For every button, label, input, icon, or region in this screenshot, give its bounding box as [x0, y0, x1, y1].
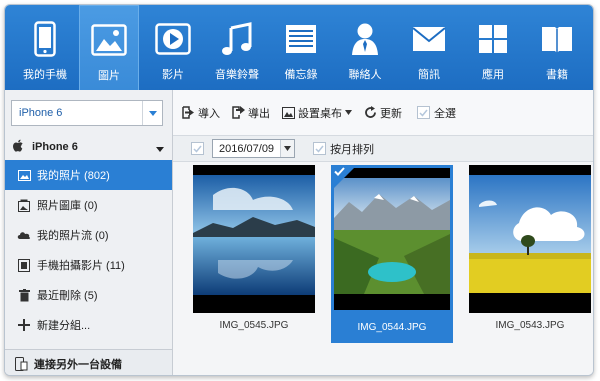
sidebar-item-my-photos[interactable]: 我的照片 (802): [5, 160, 172, 190]
checkbox-icon: [417, 106, 430, 119]
refresh-label: 更新: [380, 107, 402, 120]
nav-books[interactable]: 書籍: [527, 5, 587, 90]
nav-label: 聯絡人: [348, 69, 382, 81]
music-icon: [217, 19, 257, 59]
nav-label: 我的手機: [23, 69, 67, 81]
date-dropdown[interactable]: 2016/07/09: [212, 139, 296, 158]
film-icon: [17, 258, 31, 272]
apps-icon: [473, 19, 513, 59]
import-icon: [181, 106, 195, 120]
nav-label: 書籍: [546, 69, 568, 81]
photo-icon: [17, 168, 31, 182]
toolbar: 導入 導出 設置桌布 更新 全選: [173, 90, 593, 136]
chevron-down-icon: [345, 110, 352, 115]
chevron-down-icon[interactable]: [280, 140, 295, 157]
nav-videos[interactable]: 影片: [143, 5, 203, 90]
library-icon: [17, 198, 31, 212]
sort-by-month-label: 按月排列: [330, 143, 375, 156]
device-dropdown[interactable]: iPhone 6: [11, 100, 163, 126]
picture-icon: [89, 20, 129, 60]
connect-device-icon: [15, 356, 29, 371]
trash-icon: [17, 288, 31, 302]
photo-grid: IMG_0545.JPG IMG_0544.JPG IMG_0543.JPG: [173, 162, 593, 375]
nav-label: 影片: [162, 69, 184, 81]
check-icon: [334, 167, 345, 179]
nav-label: 備忘錄: [284, 69, 318, 81]
nav-my-phone[interactable]: 我的手機: [15, 5, 75, 90]
photo-card[interactable]: IMG_0545.JPG: [193, 165, 315, 343]
nav-label: 音樂鈴聲: [215, 69, 259, 81]
photo-filename: IMG_0544.JPG: [357, 322, 427, 333]
connect-device-button[interactable]: 連接另外一台設備: [5, 349, 172, 375]
connect-device-label: 連接另外一台設備: [34, 358, 122, 371]
sidebar-item-label: 我的照片 (802): [37, 170, 110, 182]
select-all-label: 全選: [434, 107, 456, 120]
plus-icon: [17, 318, 31, 332]
nav-label: 應用: [482, 69, 504, 81]
nav-notes[interactable]: 備忘錄: [271, 5, 331, 90]
nav-contacts[interactable]: 聯絡人: [335, 5, 395, 90]
export-icon: [231, 106, 245, 120]
nav-messages[interactable]: 簡訊: [399, 5, 459, 90]
export-button[interactable]: 導出: [231, 105, 270, 121]
mail-icon: [409, 19, 449, 59]
sidebar-item-label: 手機拍攝影片 (11): [37, 260, 125, 272]
nav-pictures[interactable]: 圖片: [79, 5, 139, 90]
sidebar-item-label: 照片圖庫 (0): [37, 200, 98, 212]
chevron-down-icon[interactable]: [142, 101, 162, 125]
contacts-icon: [345, 19, 385, 59]
sidebar-item-photo-stream[interactable]: 我的照片流 (0): [5, 220, 172, 250]
device-name: iPhone 6: [32, 141, 78, 153]
nav-music[interactable]: 音樂鈴聲: [207, 5, 267, 90]
photo-thumbnail: [193, 165, 315, 313]
photo-filename: IMG_0545.JPG: [219, 320, 289, 331]
date-checkbox[interactable]: [191, 142, 204, 155]
set-wallpaper-label: 設置桌布: [298, 107, 342, 120]
app-window: 我的手機 圖片 影片 音樂鈴聲 備忘錄 聯絡人 簡訊 應用 書籍 iPhone …: [4, 4, 594, 376]
photo-thumbnail: [469, 165, 591, 313]
book-icon: [537, 19, 577, 59]
apple-icon: [13, 139, 27, 155]
phone-icon: [25, 19, 65, 59]
video-icon: [153, 19, 193, 59]
import-label: 導入: [198, 107, 220, 120]
filter-bar: 2016/07/09 按月排列: [173, 136, 593, 162]
checkbox-icon: [313, 142, 327, 155]
sort-by-month-checkbox[interactable]: 按月排列: [313, 141, 374, 157]
nav-label: 簡訊: [418, 69, 440, 81]
sidebar-item-label: 我的照片流 (0): [37, 230, 109, 242]
set-wallpaper-button[interactable]: 設置桌布: [281, 105, 352, 121]
refresh-button[interactable]: 更新: [363, 105, 402, 121]
wallpaper-icon: [281, 106, 295, 120]
sidebar-item-label: 新建分組...: [37, 320, 91, 332]
sidebar: iPhone 6 iPhone 6 我的照片 (802) 照片圖庫 (0) 我的…: [5, 90, 173, 375]
photo-card-selected[interactable]: IMG_0544.JPG: [331, 165, 453, 343]
export-label: 導出: [248, 107, 270, 120]
nav-label: 圖片: [98, 70, 120, 82]
date-value: 2016/07/09: [219, 142, 275, 155]
sidebar-item-new-group[interactable]: 新建分組...: [5, 310, 172, 340]
sidebar-item-photo-library[interactable]: 照片圖庫 (0): [5, 190, 172, 220]
caret-down-icon[interactable]: [156, 143, 164, 155]
device-dropdown-value: iPhone 6: [19, 107, 63, 119]
nav-apps[interactable]: 應用: [463, 5, 523, 90]
refresh-icon: [363, 106, 377, 120]
sidebar-item-label: 最近刪除 (5): [37, 290, 98, 302]
import-button[interactable]: 導入: [181, 105, 220, 121]
photo-card[interactable]: IMG_0543.JPG: [469, 165, 591, 343]
device-header[interactable]: iPhone 6: [5, 136, 172, 158]
sidebar-list: 我的照片 (802) 照片圖庫 (0) 我的照片流 (0) 手機拍攝影片 (11…: [5, 160, 172, 340]
notes-icon: [281, 19, 321, 59]
sidebar-item-recently-deleted[interactable]: 最近刪除 (5): [5, 280, 172, 310]
photo-filename: IMG_0543.JPG: [495, 320, 565, 331]
top-nav: 我的手機 圖片 影片 音樂鈴聲 備忘錄 聯絡人 簡訊 應用 書籍: [5, 5, 593, 90]
photostream-icon: [17, 228, 31, 242]
sidebar-item-phone-videos[interactable]: 手機拍攝影片 (11): [5, 250, 172, 280]
select-all-checkbox[interactable]: 全選: [417, 105, 456, 121]
